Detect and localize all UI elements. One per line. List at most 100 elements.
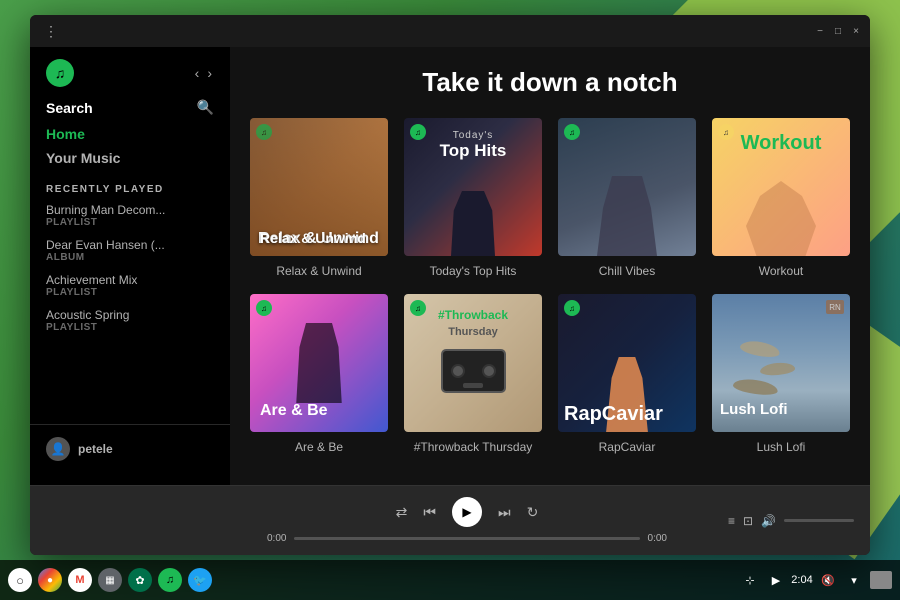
list-item[interactable]: Acoustic Spring PLAYLIST [46, 308, 214, 333]
starbucks-icon[interactable]: ✿ [128, 568, 152, 592]
title-bar: ⋮ − □ × [30, 15, 870, 47]
close-button[interactable]: × [850, 25, 862, 37]
rapcaviar-text: RapCaviar [564, 404, 690, 424]
recently-played-label: Recently Played [30, 170, 230, 203]
spotify-dot-icon: ♫ [256, 300, 272, 316]
network-icon[interactable]: ▾ [844, 570, 864, 590]
sidebar: ♫ ‹ › Search 🔍 Home Your Music Recently … [30, 47, 230, 485]
queue-icon[interactable]: ≡ [728, 514, 735, 528]
list-item[interactable]: Burning Man Decom... PLAYLIST [46, 203, 214, 228]
cover-tophits: ♫ Today's Top Hits [404, 118, 542, 256]
user-avatar: 👤 [46, 437, 70, 461]
recently-played-list: Burning Man Decom... PLAYLIST Dear Evan … [30, 203, 230, 343]
tth-title: Top Hits [404, 141, 542, 161]
player-controls: ⇄ ⏮ ▶ ⏭ ↻ 0:00 0:00 [206, 497, 728, 544]
spotify-logo: ♫ [46, 59, 74, 87]
rp-item-subtitle: PLAYLIST [46, 322, 214, 333]
spotify-dot-icon: ♫ [564, 300, 580, 316]
sidebar-item-your-music[interactable]: Your Music [46, 146, 214, 170]
launcher-icon[interactable]: ○ [8, 568, 32, 592]
gmail-icon[interactable]: M [68, 568, 92, 592]
throwback-day: Thursday [404, 326, 542, 338]
card-label: Today's Top Hits [404, 264, 542, 278]
card-label: Relax & Unwind [250, 264, 388, 278]
nav-arrows: ‹ › [193, 63, 214, 83]
card-label: Chill Vibes [558, 264, 696, 278]
playlist-card-chillvibes[interactable]: ♫ Chill Vibes [558, 118, 696, 278]
devices-icon[interactable]: ⊡ [743, 514, 753, 528]
lushlofi-title-text: Lush Lofi [720, 401, 788, 418]
wifi-icon[interactable]: ⊹ [740, 570, 760, 590]
chrome-icon[interactable]: ● [38, 568, 62, 592]
cover-areandbe: ♫ Are & Be [250, 294, 388, 432]
sidebar-item-home[interactable]: Home [46, 122, 214, 146]
time-end: 0:00 [648, 533, 667, 544]
card-label: Workout [712, 264, 850, 278]
forward-button[interactable]: › [205, 63, 214, 83]
rp-item-subtitle: PLAYLIST [46, 287, 214, 298]
cover-lushlofi: RN Lush Lofi [712, 294, 850, 432]
sidebar-bottom: 👤 petele [30, 424, 230, 473]
taskbar-right: ⊹ ▶ 2:04 🔇 ▾ [740, 570, 892, 590]
files-icon[interactable]: ▦ [98, 568, 122, 592]
battery-icon[interactable]: ▶ [766, 570, 786, 590]
cover-throwback: ♫ #Throwback Thursday [404, 294, 542, 432]
volume-slider[interactable] [784, 519, 854, 522]
tth-sublabel: Today's [404, 130, 542, 141]
playback-buttons: ⇄ ⏮ ▶ ⏭ ↻ [396, 497, 539, 527]
rp-item-title: Acoustic Spring [46, 308, 214, 322]
user-photo[interactable] [870, 571, 892, 589]
playlist-card-rapcaviar[interactable]: ♫ RapCaviar RapCaviar [558, 294, 696, 454]
list-item[interactable]: Achievement Mix PLAYLIST [46, 273, 214, 298]
search-row: Search 🔍 [30, 99, 230, 122]
playlist-grid-row1: ♫ Relax & Unwind Relax & Unwind ♫ Today'… [250, 118, 850, 278]
twitter-icon[interactable]: 🐦 [188, 568, 212, 592]
playlist-card-workout[interactable]: ♫ Workout Workout [712, 118, 850, 278]
sidebar-nav: Home Your Music [30, 122, 230, 170]
areandbe-title-text: Are & Be [260, 402, 328, 420]
card-label: Are & Be [250, 440, 388, 454]
cover-chillvibes: ♫ [558, 118, 696, 256]
taskbar: ○ ● M ▦ ✿ ♫ 🐦 ⊹ ▶ 2:04 🔇 ▾ [0, 560, 900, 600]
repeat-button[interactable]: ↻ [527, 504, 539, 521]
rp-item-subtitle: ALBUM [46, 252, 214, 263]
player-right: ≡ ⊡ 🔊 [728, 514, 854, 528]
workout-title-text: Workout [712, 132, 850, 155]
back-button[interactable]: ‹ [193, 63, 202, 83]
cover-relax: ♫ Relax & Unwind [250, 118, 388, 256]
rp-item-title: Burning Man Decom... [46, 203, 214, 217]
playlist-card-tophits[interactable]: ♫ Today's Top Hits Today's Top Hits [404, 118, 542, 278]
previous-button[interactable]: ⏮ [423, 504, 436, 521]
shuffle-button[interactable]: ⇄ [396, 504, 408, 521]
playlist-card-areandbe[interactable]: ♫ Are & Be Are & Be [250, 294, 388, 454]
play-button[interactable]: ▶ [452, 497, 482, 527]
cover-title-text: Relax & Unwind [250, 222, 387, 256]
main-heading: Take it down a notch [250, 67, 850, 98]
card-label: #Throwback Thursday [404, 440, 542, 454]
next-button[interactable]: ⏭ [498, 504, 511, 521]
list-item[interactable]: Dear Evan Hansen (... ALBUM [46, 238, 214, 263]
mute-icon[interactable]: 🔇 [818, 570, 838, 590]
progress-track[interactable] [294, 537, 639, 540]
playlist-card-lushlofi[interactable]: RN Lush Lofi Lush Lofi [712, 294, 850, 454]
window-controls: − □ × [814, 25, 862, 37]
player-bar: ⇄ ⏮ ▶ ⏭ ↻ 0:00 0:00 ≡ ⊡ 🔊 [30, 485, 870, 555]
time-start: 0:00 [267, 533, 286, 544]
progress-bar-container: 0:00 0:00 [267, 533, 667, 544]
time-label: 2:04 [792, 570, 812, 590]
volume-icon: 🔊 [761, 514, 776, 528]
taskbar-left: ○ ● M ▦ ✿ ♫ 🐦 [8, 568, 212, 592]
maximize-button[interactable]: □ [832, 25, 844, 37]
search-icon[interactable]: 🔍 [197, 99, 214, 116]
playlist-grid-row2: ♫ Are & Be Are & Be ♫ #Throwback Thursda… [250, 294, 850, 454]
minimize-button[interactable]: − [814, 25, 826, 37]
main-content: Take it down a notch ♫ Relax & Unwind Re… [230, 47, 870, 485]
cover-workout: ♫ Workout [712, 118, 850, 256]
playlist-card-relax[interactable]: ♫ Relax & Unwind Relax & Unwind [250, 118, 388, 278]
cover-rapcaviar: ♫ RapCaviar [558, 294, 696, 432]
title-menu-dots[interactable]: ⋮ [44, 23, 58, 40]
rp-item-title: Dear Evan Hansen (... [46, 238, 214, 252]
throwback-label: #Throwback [404, 308, 542, 322]
spotify-taskbar-icon[interactable]: ♫ [158, 568, 182, 592]
playlist-card-throwback[interactable]: ♫ #Throwback Thursday #Throwback Thursda… [404, 294, 542, 454]
